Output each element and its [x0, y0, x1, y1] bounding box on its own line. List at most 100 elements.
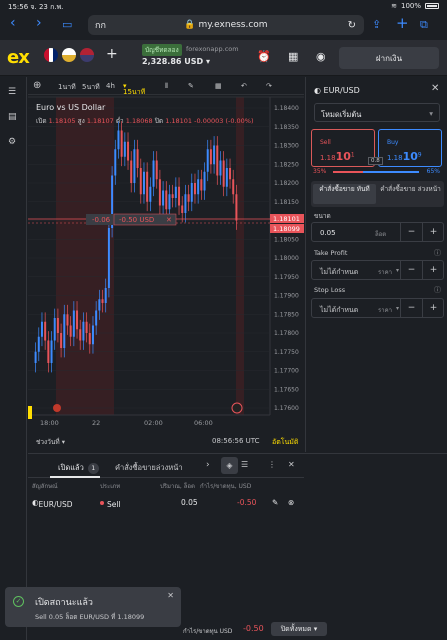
account-type-badge[interactable]: บัญชีทดลอง: [142, 44, 182, 56]
candle-body: [69, 325, 72, 337]
ask-price-text: 1.18099: [273, 225, 300, 233]
add-instrument-icon[interactable]: +: [106, 46, 118, 62]
price-chart[interactable]: 1.18400 1.18350 1.18300 1.18250 1.18200 1.181…: [28, 77, 304, 452]
close-positions-panel-icon[interactable]: ✕: [288, 460, 295, 469]
grid-icon[interactable]: ▦: [288, 50, 298, 63]
tp-increase-button[interactable]: +: [422, 261, 444, 279]
y-tick-label: 1.17850: [274, 311, 299, 318]
volume-decrease-button[interactable]: −: [400, 223, 422, 241]
tp-unit[interactable]: ราคา: [378, 267, 392, 277]
toast-title: เปิดสถานะแล้ว: [35, 598, 93, 608]
y-tick-label: 1.17750: [274, 349, 299, 356]
close-all-button[interactable]: ปิดทั้งหมด ▾: [271, 622, 327, 636]
flag-gb-icon[interactable]: [44, 48, 58, 62]
reader-aa[interactable]: กก: [95, 18, 106, 32]
more-options-icon[interactable]: ⋮: [268, 460, 276, 469]
chart-panel[interactable]: 1.18400 1.18350 1.18300 1.18250 1.18200 1.181…: [28, 77, 304, 452]
menu-icon[interactable]: ☰: [8, 87, 16, 97]
stop-loss-field[interactable]: ไม่ได้กำหนด ราคา ▾ − +: [311, 298, 444, 318]
buy-price: 1.18109: [387, 150, 422, 163]
candle-body: [216, 145, 219, 176]
tp-value[interactable]: ไม่ได้กำหนด: [320, 267, 358, 278]
reload-icon[interactable]: ↻: [348, 20, 356, 31]
bookmarks-icon[interactable]: ▭: [62, 18, 72, 31]
tab-pending-orders[interactable]: คำสั่งซื้อขายล่วงหน้า: [115, 462, 183, 474]
exness-logo[interactable]: ex: [7, 47, 30, 68]
candle-body: [60, 333, 63, 348]
alarm-icon[interactable]: ⏰: [257, 50, 271, 63]
tp-decrease-button[interactable]: −: [400, 261, 422, 279]
address-bar[interactable]: กก 🔒 my.exness.com ↻: [88, 15, 364, 35]
tabs-icon[interactable]: ⧉: [420, 18, 428, 32]
volume-field[interactable]: 0.05 ล็อต − +: [311, 222, 444, 242]
volume-value[interactable]: 0.05: [320, 229, 336, 237]
tab-open-positions[interactable]: เปิดแล้ว 1: [58, 462, 99, 474]
auto-scale-button[interactable]: อัตโนมัติ: [272, 437, 298, 448]
position-type: Sell: [100, 498, 121, 509]
forward-icon[interactable]: ›: [36, 15, 42, 31]
position-row[interactable]: ◐ EUR/USD Sell 0.05 -0.50 ✎ ⊗: [28, 496, 304, 510]
chart-title: Euro vs US Dollar: [36, 103, 106, 112]
share-icon[interactable]: ⇪: [372, 18, 381, 31]
candle-body: [72, 310, 75, 337]
positions-tabs: เปิดแล้ว 1 คำสั่งซื้อขายล่วงหน้า › ◈ ☰ ⋮ …: [28, 454, 304, 478]
add-indicator-icon[interactable]: ⊕: [33, 80, 41, 91]
settings-icon[interactable]: ⚙: [8, 137, 16, 147]
volume-increase-button[interactable]: +: [422, 223, 444, 241]
battery-icon: [425, 3, 439, 9]
draw-tool-icon[interactable]: ✎: [188, 82, 194, 90]
take-profit-field[interactable]: ไม่ได้กำหนด ราคา ▾ − +: [311, 260, 444, 280]
candle-body: [34, 351, 37, 363]
y-tick-label: 1.18050: [274, 236, 299, 243]
candle-body: [229, 168, 232, 180]
toast-close-icon[interactable]: ✕: [167, 591, 174, 600]
close-order-panel-icon[interactable]: ✕: [431, 83, 439, 94]
y-tick-label: 1.18400: [274, 105, 299, 112]
date-range-dropdown[interactable]: ช่วงวันที่ ▾: [36, 437, 65, 447]
candle-body: [222, 160, 225, 187]
close-position-icon[interactable]: ⊗: [288, 498, 294, 507]
sl-decrease-button[interactable]: −: [400, 299, 422, 317]
sl-value[interactable]: ไม่ได้กำหนด: [320, 305, 358, 316]
sell-button[interactable]: Sell 1.18101: [311, 129, 375, 167]
y-tick-label: 1.18350: [274, 124, 299, 131]
pending-order-tab[interactable]: คำสั่งซื้อขาย ล่วงหน้า: [379, 184, 442, 204]
candle-body: [40, 321, 43, 337]
tabs-next-icon[interactable]: ›: [206, 460, 210, 470]
y-tick-label: 1.17700: [274, 368, 299, 375]
grouped-view-icon[interactable]: ◈: [221, 457, 238, 474]
calendar-icon[interactable]: ▤: [8, 112, 17, 122]
profile-icon[interactable]: ◉: [316, 50, 326, 63]
buy-button[interactable]: Buy 1.18109: [378, 129, 442, 167]
new-tab-icon[interactable]: +: [396, 14, 409, 32]
order-mode-select[interactable]: โหมดเริ่มต้น ▾: [314, 103, 440, 122]
candle-type-icon[interactable]: ⫴: [165, 82, 168, 91]
flag-us-icon[interactable]: [80, 48, 94, 62]
deposit-button[interactable]: ฝากเงิน: [339, 47, 439, 69]
candle-body: [219, 160, 222, 176]
timeframe-1m[interactable]: 1นาที: [58, 82, 76, 93]
account-balance[interactable]: 2,328.86 USD ▾: [142, 57, 210, 66]
session-band-1: [56, 97, 114, 415]
candle-body: [209, 149, 212, 165]
candle-body: [107, 228, 110, 288]
layers-icon[interactable]: ☰: [241, 460, 248, 469]
sl-info-icon[interactable]: ⓘ: [434, 285, 441, 295]
candle-body: [200, 179, 203, 191]
sl-unit[interactable]: ราคา: [378, 305, 392, 315]
flag-xau-icon[interactable]: [62, 48, 76, 62]
candle-body: [91, 325, 94, 345]
layout-icon[interactable]: ▦: [215, 82, 222, 90]
back-icon[interactable]: ‹: [10, 15, 16, 31]
edit-position-icon[interactable]: ✎: [272, 498, 278, 507]
timeframe-5m[interactable]: 5นาที: [82, 82, 100, 93]
market-order-tab[interactable]: คำสั่งซื้อขาย ทันที: [313, 184, 376, 204]
footer-pl-label: กำไร/ขาดทุน USD: [183, 628, 233, 635]
timeframe-15m[interactable]: 15นาที ▾: [123, 82, 145, 96]
sl-increase-button[interactable]: +: [422, 299, 444, 317]
timeframe-4h[interactable]: 4h: [106, 82, 115, 90]
volume-label: ขนาด: [314, 212, 331, 220]
undo-icon[interactable]: ↶: [241, 82, 247, 90]
redo-icon[interactable]: ↷: [266, 82, 272, 90]
tp-info-icon[interactable]: ⓘ: [434, 248, 441, 258]
